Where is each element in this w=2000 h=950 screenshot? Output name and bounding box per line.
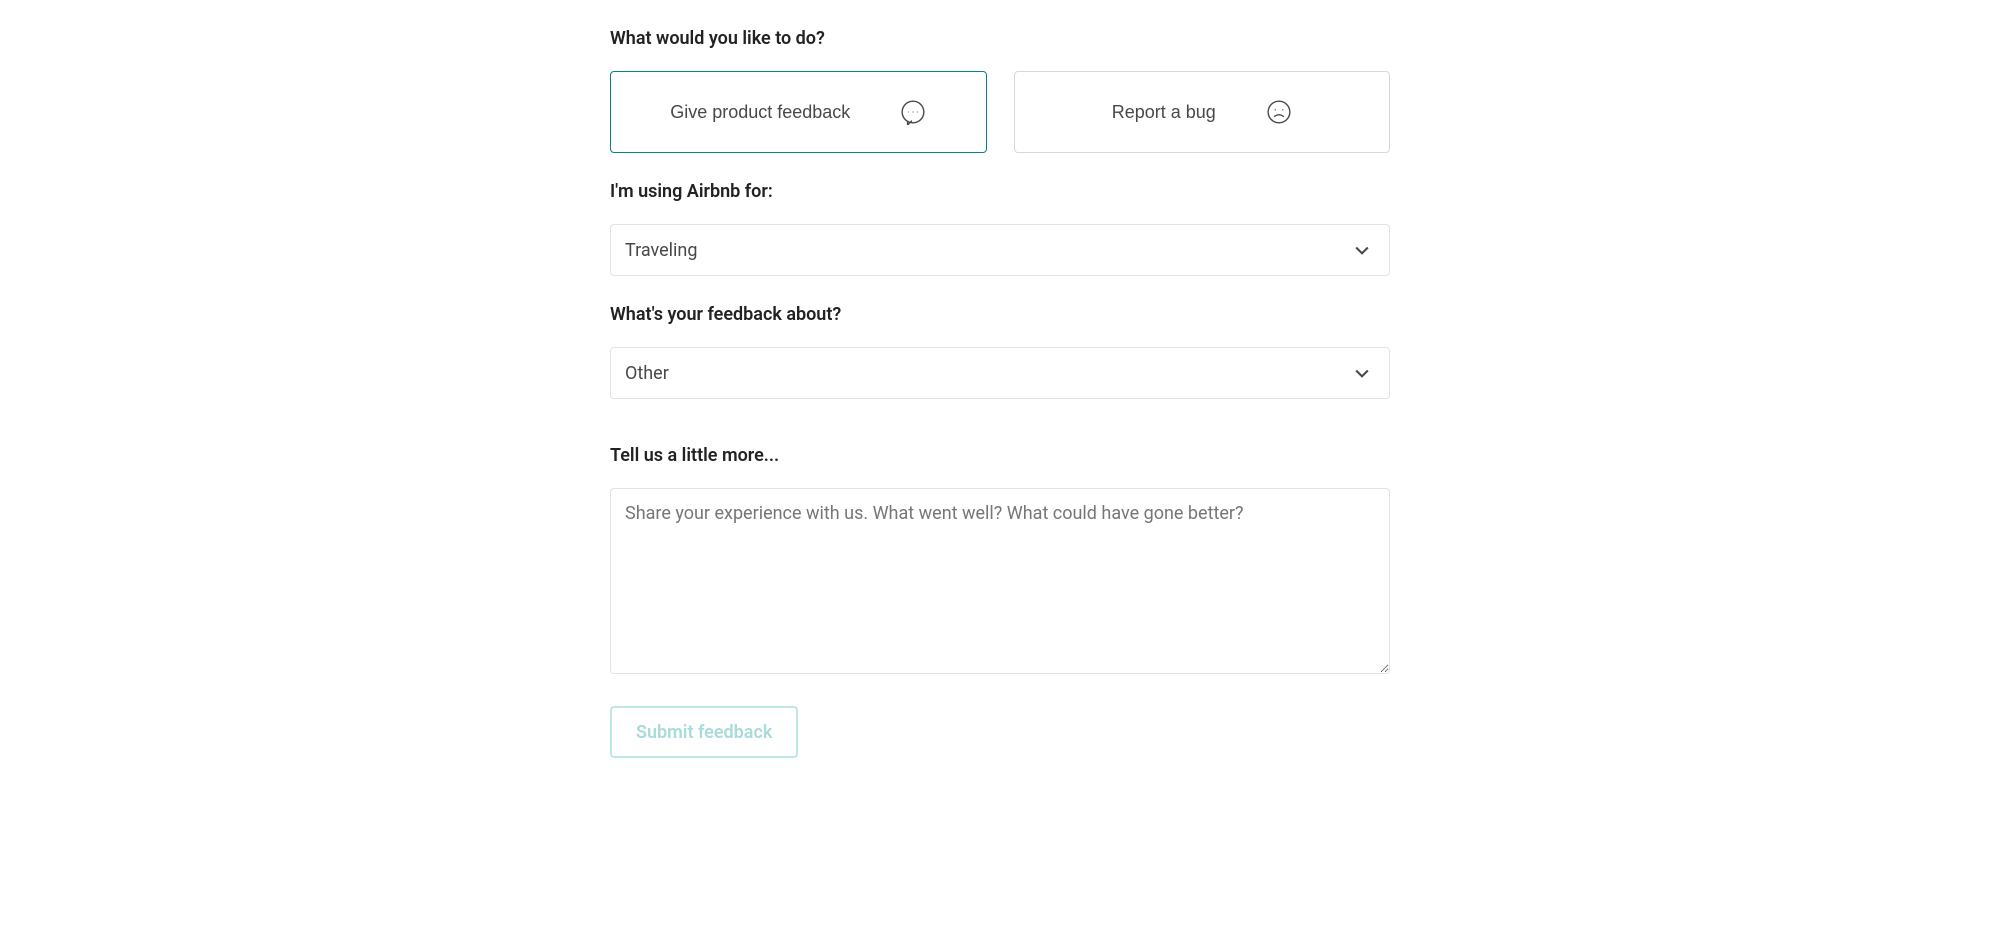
feedback-about-select-wrap: Other xyxy=(610,347,1390,399)
tell-more-label: Tell us a little more... xyxy=(610,445,1390,466)
give-feedback-label: Give product feedback xyxy=(670,102,850,123)
feedback-about-select[interactable]: Other xyxy=(610,347,1390,399)
using-for-select-wrap: Traveling xyxy=(610,224,1390,276)
sad-face-icon xyxy=(1266,99,1292,125)
report-bug-label: Report a bug xyxy=(1112,102,1216,123)
using-for-select[interactable]: Traveling xyxy=(610,224,1390,276)
report-bug-option[interactable]: Report a bug xyxy=(1014,71,1391,153)
using-for-label: I'm using Airbnb for: xyxy=(610,181,1390,202)
option-row: Give product feedback Report a bug xyxy=(610,71,1390,153)
feedback-textarea[interactable] xyxy=(610,488,1390,674)
submit-feedback-button[interactable]: Submit feedback xyxy=(610,706,798,758)
chat-bubble-icon xyxy=(900,99,926,125)
what-to-do-label: What would you like to do? xyxy=(610,28,1390,49)
feedback-about-label: What's your feedback about? xyxy=(610,304,1390,325)
feedback-form: What would you like to do? Give product … xyxy=(610,0,1390,798)
give-feedback-option[interactable]: Give product feedback xyxy=(610,71,987,153)
